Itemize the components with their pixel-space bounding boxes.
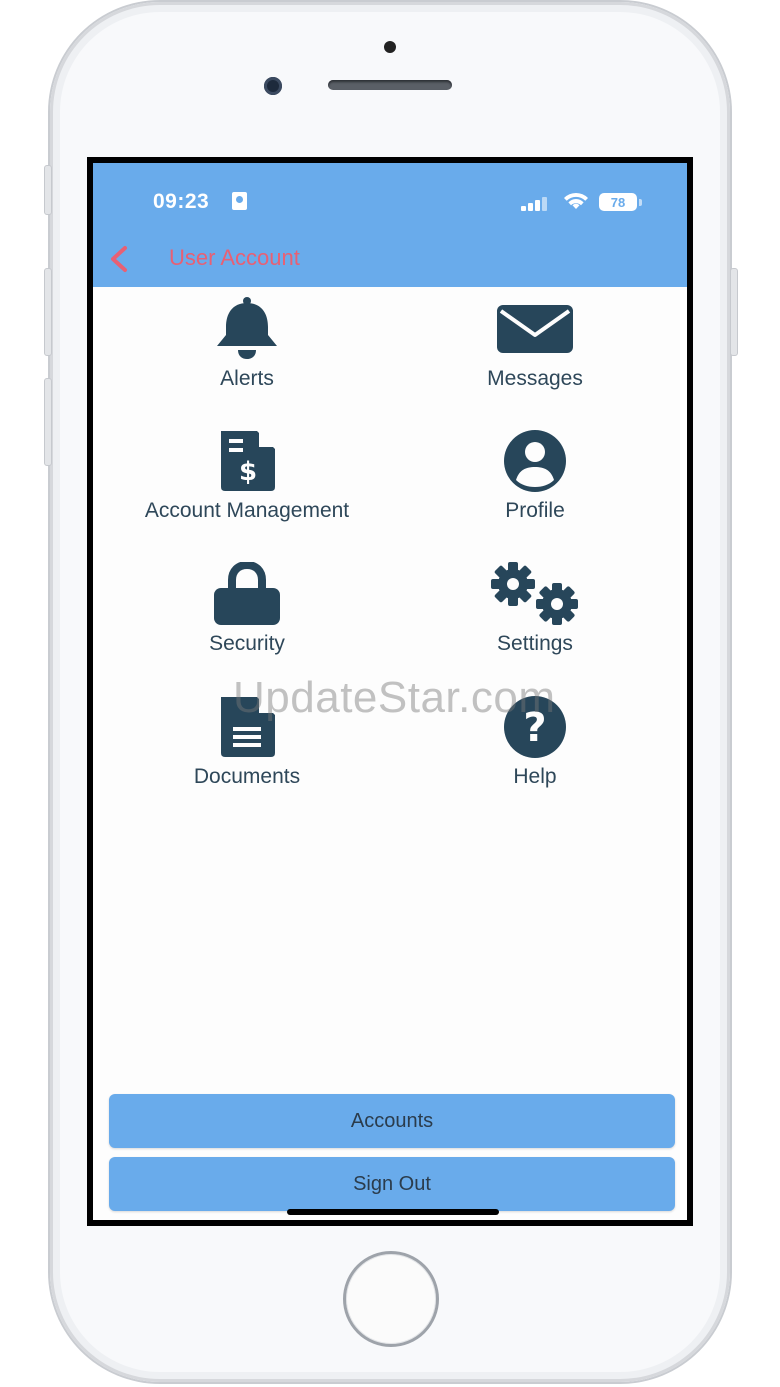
volume-up-button — [44, 268, 52, 356]
page-title: User Account — [169, 245, 300, 270]
menu-label: Help — [513, 765, 557, 788]
menu-label: Security — [209, 632, 285, 655]
lock-icon — [214, 562, 280, 625]
menu-item-documents[interactable]: Documents — [117, 695, 377, 789]
back-chevron-icon[interactable] — [105, 243, 133, 275]
mute-switch — [44, 165, 52, 215]
home-button[interactable] — [343, 1251, 439, 1347]
menu-item-profile[interactable]: Profile — [405, 429, 665, 523]
question-circle-icon: ? — [504, 696, 566, 758]
svg-text:?: ? — [523, 705, 546, 751]
front-camera — [264, 77, 282, 95]
menu-label: Alerts — [220, 367, 274, 390]
envelope-icon — [497, 305, 573, 353]
menu-label: Messages — [487, 367, 583, 390]
menu-label: Documents — [193, 765, 301, 788]
cellular-signal-icon — [521, 195, 553, 211]
home-indicator — [287, 1209, 499, 1215]
menu-label: Settings — [497, 632, 573, 655]
proximity-sensor — [384, 41, 396, 53]
sign-out-button[interactable]: Sign Out — [109, 1157, 675, 1211]
document-icon — [221, 697, 275, 757]
status-time: 09:23 — [153, 190, 210, 213]
accounts-button[interactable]: Accounts — [109, 1094, 675, 1148]
menu-item-help[interactable]: ? Help — [405, 695, 665, 789]
gears-icon — [491, 562, 578, 625]
menu-item-account-management[interactable]: $ Account Management — [117, 429, 377, 523]
wifi-icon — [564, 193, 588, 209]
app-screen: 09:23 78 User Account Alerts Messages $ … — [93, 163, 687, 1220]
contact-card-icon — [232, 192, 247, 210]
menu-item-messages[interactable]: Messages — [405, 297, 665, 391]
invoice-dollar-icon: $ — [221, 431, 275, 491]
app-header: 09:23 78 User Account — [93, 163, 687, 287]
menu-item-security[interactable]: Security — [117, 562, 377, 656]
svg-text:$: $ — [239, 457, 257, 487]
battery-tip — [639, 199, 642, 206]
screen: 09:23 78 User Account Alerts Messages $ … — [87, 157, 693, 1226]
menu-item-alerts[interactable]: Alerts — [117, 297, 377, 391]
menu-label: Profile — [505, 499, 565, 522]
user-circle-icon — [504, 430, 566, 492]
bell-icon — [217, 297, 277, 359]
battery-indicator: 78 — [599, 193, 637, 211]
volume-down-button — [44, 378, 52, 466]
menu-label: Account Management — [144, 499, 350, 522]
earpiece-speaker — [328, 80, 452, 90]
power-button — [730, 268, 738, 356]
menu-item-settings[interactable]: Settings — [405, 562, 665, 656]
